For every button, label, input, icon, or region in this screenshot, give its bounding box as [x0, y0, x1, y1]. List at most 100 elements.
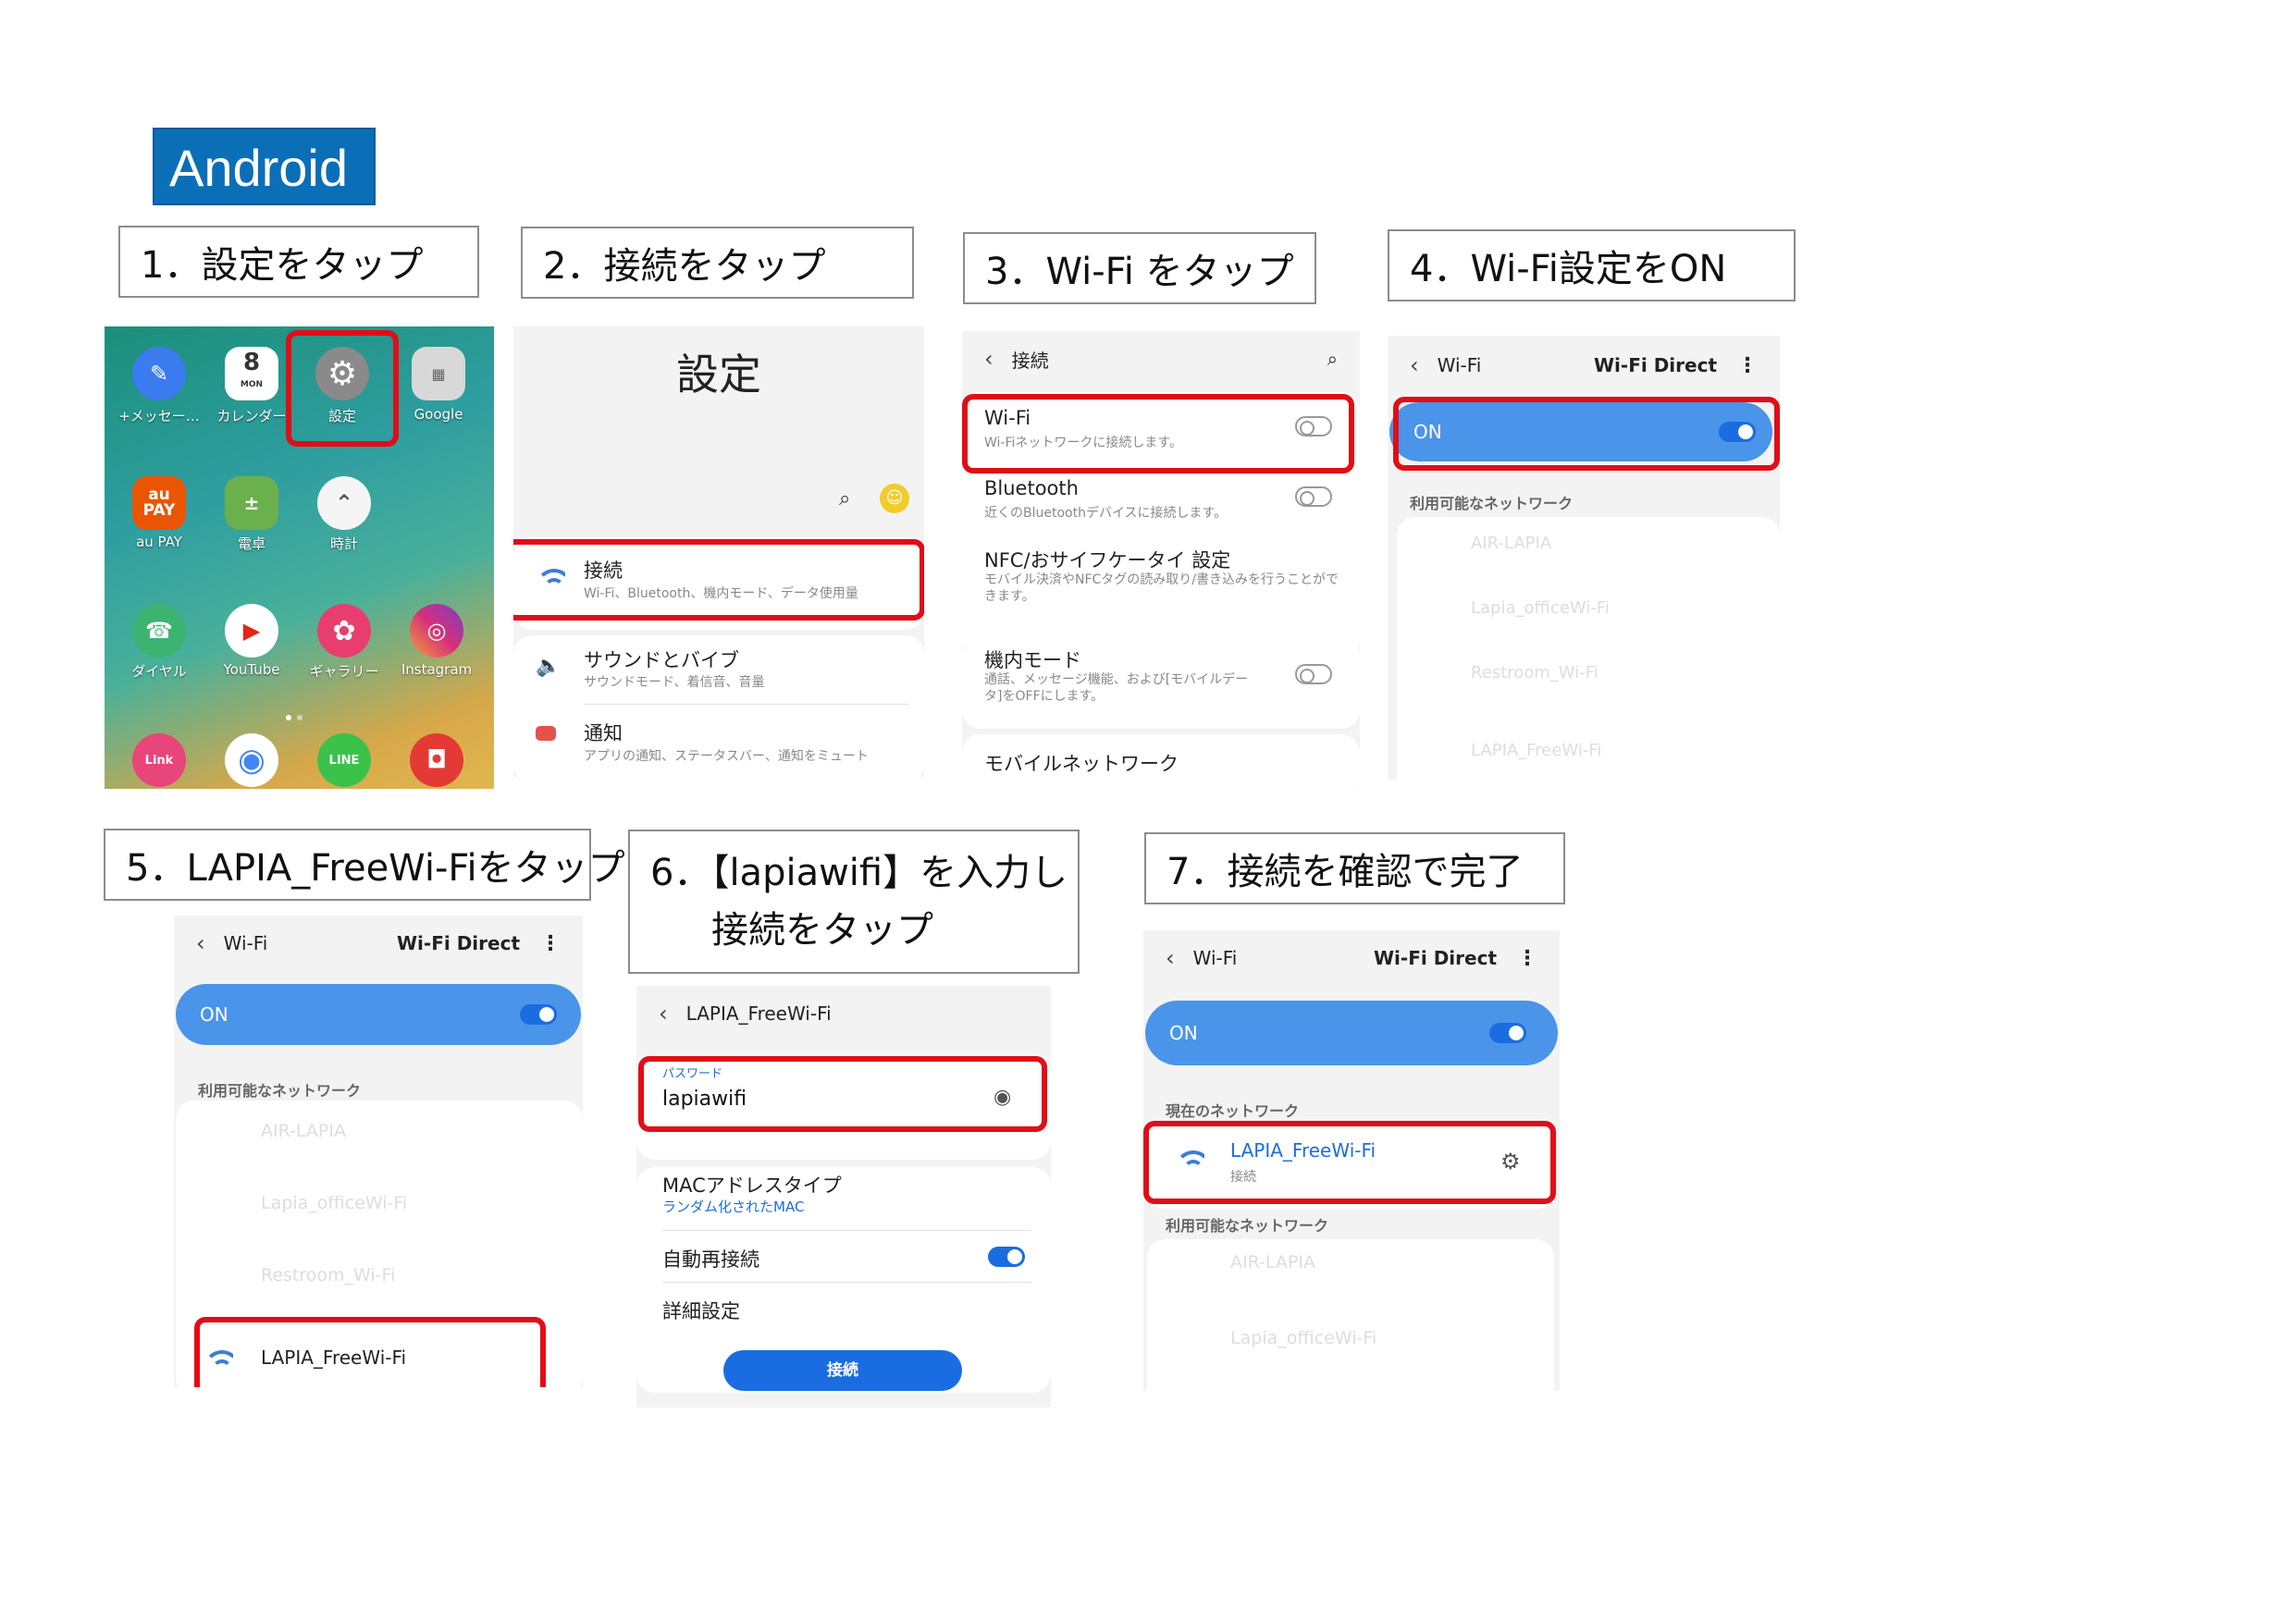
- youtube-icon[interactable]: ▶: [225, 604, 278, 658]
- back-arrow-icon[interactable]: ‹: [984, 346, 994, 372]
- calendar-day: 8: [242, 349, 261, 376]
- network-name[interactable]: Lapia_officeWi-Fi: [261, 1193, 407, 1213]
- step-5-label: 5．LAPIA_FreeWi-Fiをタップ: [104, 829, 625, 901]
- wifi-header: ‹ Wi-Fi Wi-Fi Direct ⋮: [1388, 338, 1780, 393]
- app-label: YouTube: [223, 661, 280, 678]
- avatar[interactable]: ☺: [880, 484, 909, 513]
- camera-icon[interactable]: ◘: [410, 733, 463, 787]
- chrome-icon[interactable]: ◉: [225, 733, 278, 787]
- highlight-wifi-on: [1393, 397, 1780, 471]
- advanced-settings[interactable]: 詳細設定: [662, 1297, 740, 1324]
- section-heading: 利用可能なネットワーク: [198, 1082, 362, 1100]
- divider: [662, 1282, 1032, 1283]
- network-name[interactable]: LAPIA_FreeWi-Fi: [1471, 741, 1601, 760]
- step-6-line1: 6．【lapiawifi】を入力し: [650, 852, 1068, 894]
- settings-item-sub: サウンドモード、着信音、音量: [584, 675, 765, 690]
- back-arrow-icon[interactable]: ‹: [196, 930, 205, 956]
- search-icon[interactable]: ⌕: [839, 487, 850, 510]
- app-label: ギャラリー: [309, 663, 379, 680]
- wifi-direct-link[interactable]: Wi-Fi Direct: [1594, 354, 1717, 376]
- connection-item-title[interactable]: NFC/おサイフケータイ 設定: [984, 546, 1230, 573]
- wifi-toggle[interactable]: [520, 1004, 557, 1025]
- connection-item-sub: 通話、メッセージ機能、および[モバイルデータ]をOFFにします。: [984, 672, 1249, 704]
- connection-item-sub: モバイル決済やNFCタグの読み取り/書き込みを行うことができます。: [984, 572, 1339, 604]
- settings-item-title[interactable]: 通知: [584, 719, 623, 746]
- connection-item-title[interactable]: モバイルネットワーク: [984, 749, 1179, 777]
- settings-item-sub: アプリの通知、ステータスバー、通知をミュート: [584, 749, 869, 764]
- calculator-icon[interactable]: ±: [225, 476, 278, 530]
- connections-header: ‹ 接続 ⌕: [962, 331, 1360, 387]
- calendar-icon[interactable]: 8 MON: [225, 347, 278, 400]
- notification-icon: [536, 726, 556, 741]
- section-heading: 現在のネットワーク: [1166, 1102, 1300, 1120]
- google-folder-icon[interactable]: ▦: [412, 347, 465, 400]
- search-icon[interactable]: ⌕: [1327, 348, 1338, 370]
- messages-icon[interactable]: ✎: [132, 347, 186, 400]
- step-6-label: 6．【lapiawifi】を入力し 接続をタップ: [628, 830, 1080, 974]
- network-name[interactable]: Lapia_officeWi-Fi: [1230, 1328, 1376, 1348]
- header-title: Wi-Fi: [223, 932, 268, 954]
- network-name[interactable]: AIR-LAPIA: [1471, 534, 1551, 553]
- page-title: 設定: [676, 350, 761, 400]
- network-name[interactable]: Lapia_officeWi-Fi: [1471, 598, 1610, 618]
- wifi-direct-link[interactable]: Wi-Fi Direct: [1374, 947, 1497, 969]
- back-arrow-icon[interactable]: ‹: [1410, 352, 1419, 378]
- highlight-settings: [286, 330, 399, 447]
- wifi-toggle[interactable]: [1489, 1023, 1526, 1043]
- sound-icon: 🔈: [536, 655, 562, 678]
- mac-title[interactable]: MACアドレスタイプ: [662, 1171, 842, 1199]
- network-name[interactable]: Restroom_Wi-Fi: [261, 1265, 395, 1285]
- wifi-direct-link[interactable]: Wi-Fi Direct: [397, 932, 520, 954]
- step-6-line2: 接続をタップ: [711, 909, 933, 952]
- airplane-toggle[interactable]: [1295, 664, 1332, 684]
- settings-item-title[interactable]: サウンドとバイブ: [584, 646, 739, 673]
- line-icon[interactable]: LINE: [317, 733, 371, 787]
- app-label: Google: [414, 406, 463, 423]
- network-list: [1147, 1239, 1554, 1391]
- header-title: 接続: [1011, 349, 1049, 372]
- mac-value: ランダム化されたMAC: [662, 1199, 805, 1215]
- more-options-icon[interactable]: ⋮: [1737, 354, 1758, 377]
- network-name[interactable]: AIR-LAPIA: [261, 1121, 346, 1141]
- page-dot: [286, 715, 291, 720]
- bluetooth-toggle[interactable]: [1295, 486, 1332, 507]
- app-label: 電卓: [237, 535, 265, 552]
- home-screen: ✎ +メッセー… 8 MON カレンダー ⚙ 設定 ▦ Google au PAY …: [105, 326, 494, 789]
- link-icon[interactable]: Link: [132, 733, 186, 787]
- section-heading: 利用可能なネットワーク: [1166, 1217, 1329, 1235]
- wifi-screen-step5: ‹ Wi-Fi Wi-Fi Direct ⋮ ON 利用可能なネットワーク AI…: [174, 916, 583, 1387]
- app-label: Instagram: [401, 661, 473, 678]
- network-name[interactable]: AIR-LAPIA: [1230, 1252, 1315, 1273]
- auto-reconnect-toggle[interactable]: [988, 1247, 1025, 1267]
- network-header: ‹ LAPIA_FreeWi-Fi: [636, 986, 1051, 1041]
- back-arrow-icon[interactable]: ‹: [1166, 945, 1175, 971]
- android-label: Android: [153, 128, 376, 205]
- auto-reconnect-label: 自動再接続: [662, 1248, 759, 1271]
- wifi-screen-step7: ‹ Wi-Fi Wi-Fi Direct ⋮ ON 現在のネットワーク LAPI…: [1143, 930, 1560, 1391]
- step-3-label: 3．Wi-Fi をタップ: [963, 232, 1316, 304]
- instagram-icon[interactable]: ◎: [410, 604, 463, 658]
- clock-icon[interactable]: ⌃: [317, 476, 371, 530]
- calendar-weekday: MON: [240, 380, 264, 389]
- back-arrow-icon[interactable]: ‹: [659, 1001, 668, 1027]
- aupay-icon[interactable]: au PAY: [132, 476, 186, 530]
- phone-icon[interactable]: ☎: [132, 604, 186, 658]
- step-2-label: 2．接続をタップ: [521, 227, 914, 299]
- app-label: +メッセー…: [118, 408, 200, 424]
- more-options-icon[interactable]: ⋮: [540, 932, 561, 955]
- more-options-icon[interactable]: ⋮: [1517, 947, 1537, 970]
- page-dot: [297, 715, 302, 720]
- step-1-label: 1．設定をタップ: [118, 226, 479, 298]
- app-label: ダイヤル: [131, 663, 187, 680]
- highlight-password: [638, 1056, 1047, 1132]
- highlight-network: [194, 1317, 546, 1387]
- connection-item-title[interactable]: Bluetooth: [984, 477, 1079, 499]
- connection-item-title[interactable]: 機内モード: [984, 646, 1081, 673]
- divider: [662, 1230, 1032, 1231]
- connect-button[interactable]: 接続: [723, 1350, 962, 1391]
- wifi-on-label: ON: [1169, 1022, 1198, 1044]
- header-title: LAPIA_FreeWi-Fi: [685, 1002, 832, 1025]
- settings-screen: 設定 ⌕ ☺ 接続 Wi-Fi、Bluetooth、機内モード、データ使用量 🔈…: [513, 326, 924, 777]
- gallery-icon[interactable]: ✿: [317, 604, 371, 658]
- network-name[interactable]: Restroom_Wi-Fi: [1471, 663, 1599, 682]
